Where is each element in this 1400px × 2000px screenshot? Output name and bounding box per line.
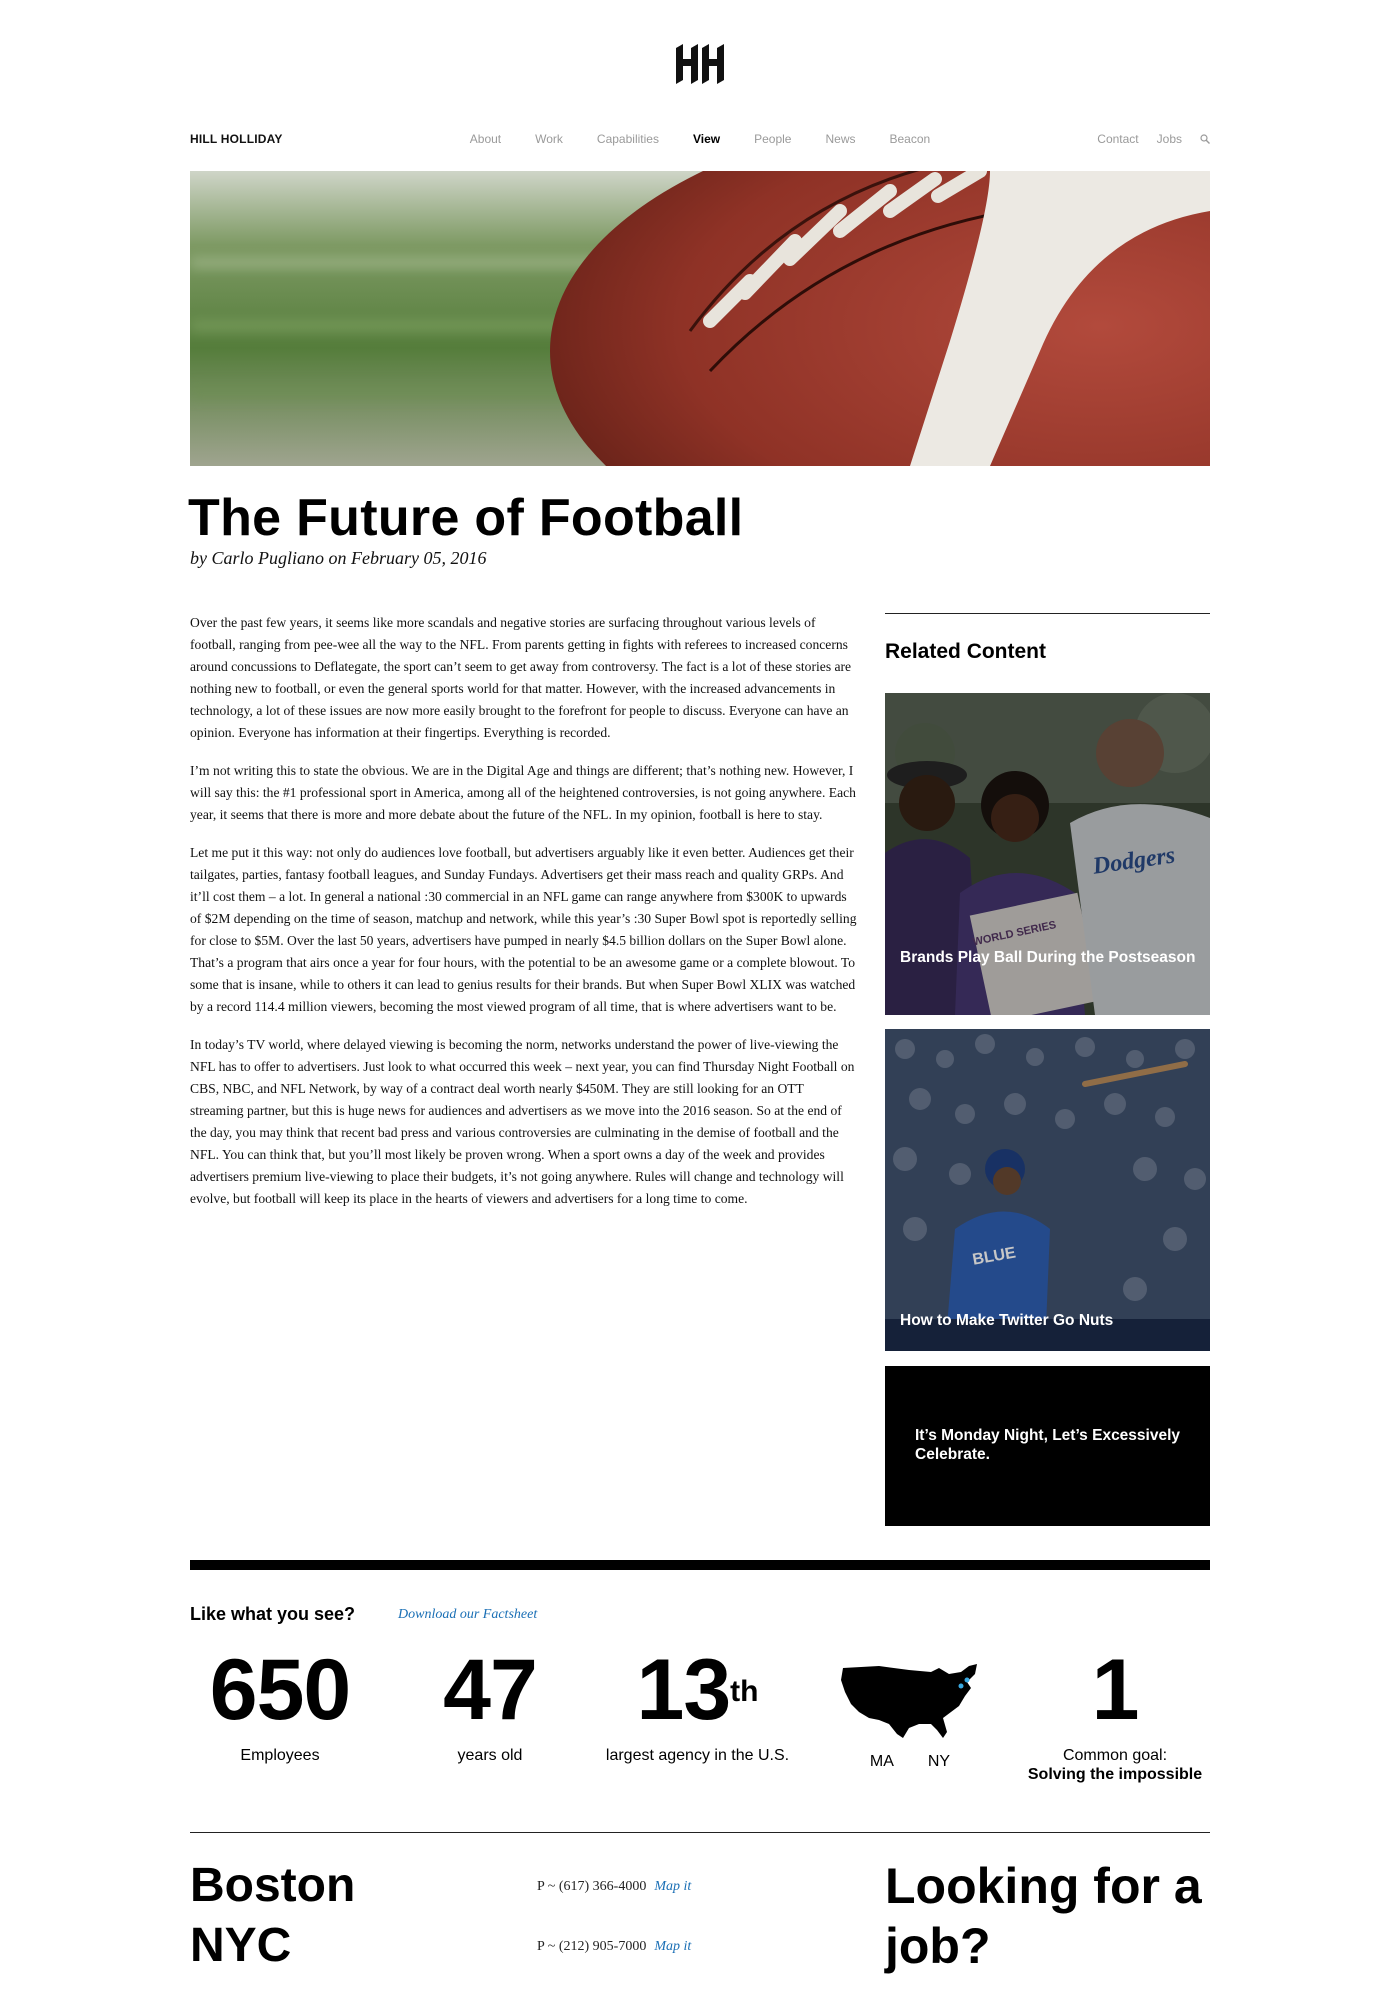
stat-rank: 13th largest agency in the U.S.: [590, 1640, 805, 1765]
office-city-boston: Boston: [190, 1859, 356, 1912]
stat-label: Employees: [240, 1747, 320, 1764]
usa-map-icon: [841, 1664, 977, 1738]
search-icon[interactable]: [1200, 134, 1210, 144]
main-nav: HILL HOLLIDAY About Work Capabilities Vi…: [190, 132, 1210, 152]
related-card-title: It’s Monday Night, Let’s Excessively Cel…: [915, 1427, 1181, 1463]
related-card-twitter[interactable]: BLUE How to Make Twitter Go Nuts: [885, 1029, 1210, 1351]
hh-logo-icon[interactable]: [672, 44, 728, 84]
sidebar-divider: [885, 613, 1210, 614]
map-it-link[interactable]: Map it: [654, 1879, 691, 1894]
article-paragraph: I’m not writing this to state the obviou…: [190, 763, 856, 822]
article-byline: by Carlo Pugliano on February 05, 2016: [190, 548, 487, 568]
phone-number[interactable]: P ~ (212) 905-7000: [537, 1939, 646, 1954]
nav-item-contact[interactable]: Contact: [1097, 132, 1138, 146]
footer-divider: [190, 1832, 1210, 1833]
nav-item-people[interactable]: People: [754, 132, 791, 146]
brand-name[interactable]: HILL HOLLIDAY: [190, 132, 283, 146]
stat-employees: 650 Employees: [180, 1640, 380, 1765]
related-card-monday-night[interactable]: It’s Monday Night, Let’s Excessively Cel…: [885, 1366, 1210, 1526]
stat-years: 47 years old: [400, 1640, 580, 1765]
related-card-title: How to Make Twitter Go Nuts: [900, 1312, 1114, 1329]
related-content-heading: Related Content: [885, 640, 1047, 663]
stat-label: largest agency in the U.S.: [605, 1747, 790, 1764]
article-title: The Future of Football: [188, 489, 744, 547]
stat-label: years old: [457, 1747, 523, 1764]
section-divider: [190, 1560, 1210, 1570]
article-paragraph: Let me put it this way: not only do audi…: [190, 845, 857, 1014]
page: HILL HOLLIDAY About Work Capabilities Vi…: [0, 0, 1400, 2000]
nav-links: About Work Capabilities View People News…: [465, 132, 935, 146]
nav-utility: Contact Jobs: [1097, 132, 1210, 146]
nav-item-view[interactable]: View: [693, 132, 720, 146]
article-paragraph: Over the past few years, it seems like m…: [190, 615, 852, 740]
stat-label: Common goal:: [1062, 1747, 1168, 1764]
stat-locations: MA NY: [830, 1640, 990, 1771]
stat-value: 1: [1091, 1642, 1140, 1738]
nav-item-beacon[interactable]: Beacon: [890, 132, 931, 146]
nav-item-work[interactable]: Work: [535, 132, 563, 146]
map-label-ma: MA: [869, 1753, 894, 1770]
stat-value: 13: [636, 1642, 732, 1738]
stat-value: 650: [209, 1642, 352, 1738]
related-card-title: Brands Play Ball During the Postseason: [900, 949, 1196, 966]
stat-goal: 1 Common goal: Solving the impossible: [1015, 1640, 1215, 1784]
nav-item-jobs[interactable]: Jobs: [1157, 132, 1182, 146]
hero-football-image: [190, 171, 1210, 466]
looking-for-job-link[interactable]: Looking for a job?: [885, 1856, 1210, 1976]
map-label-ny: NY: [927, 1753, 951, 1770]
stat-value: 47: [443, 1642, 538, 1738]
related-card-postseason[interactable]: WORLD SERIES Dodgers Brands Play Ball Du…: [885, 693, 1210, 1015]
map-it-link[interactable]: Map it: [654, 1939, 691, 1954]
stat-suffix: th: [730, 1675, 759, 1708]
download-factsheet-link[interactable]: Download our Factsheet: [398, 1607, 537, 1623]
nav-item-capabilities[interactable]: Capabilities: [597, 132, 659, 146]
related-card-image: BLUE: [885, 1029, 1210, 1351]
nav-item-about[interactable]: About: [470, 132, 501, 146]
office-city-nyc: NYC: [190, 1919, 292, 1972]
phone-number[interactable]: P ~ (617) 366-4000: [537, 1879, 646, 1894]
stat-label-bold: Solving the impossible: [1027, 1766, 1203, 1783]
article-paragraph: In today’s TV world, where delayed viewi…: [190, 1037, 855, 1206]
article-body: Over the past few years, it seems like m…: [190, 612, 858, 1226]
office-phone-nyc: P ~ (212) 905-7000 Map it: [537, 1939, 691, 1955]
nav-item-news[interactable]: News: [825, 132, 855, 146]
like-what-you-see: Like what you see?: [190, 1604, 356, 1624]
office-phone-boston: P ~ (617) 366-4000 Map it: [537, 1879, 691, 1895]
